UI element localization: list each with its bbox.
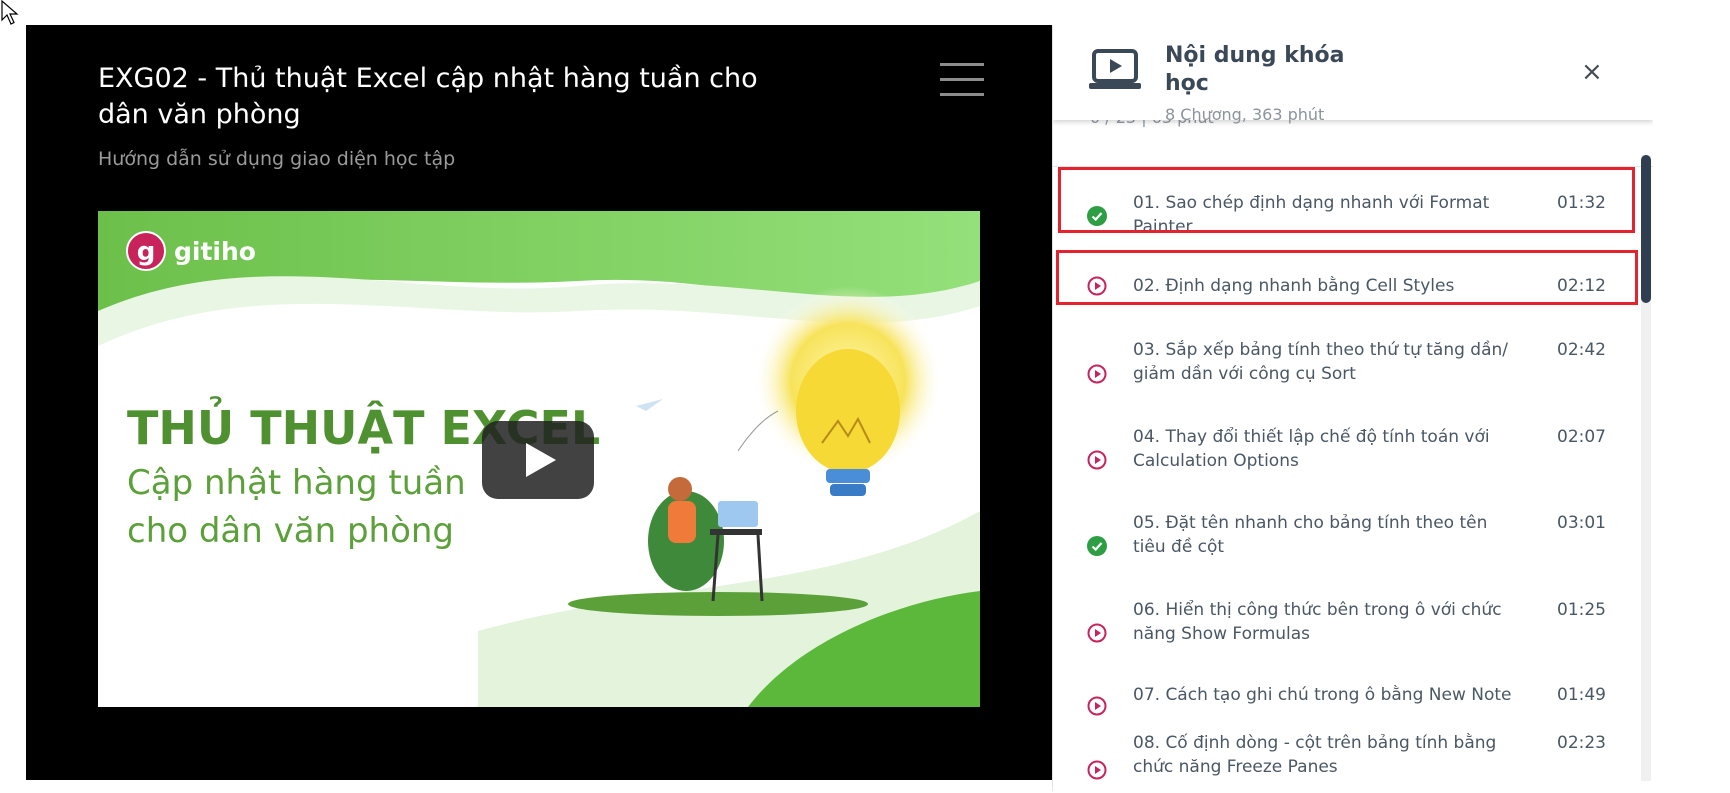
lesson-item[interactable]: 05. Đặt tên nhanh cho bảng tính theo tên… (1053, 486, 1643, 566)
lesson-title: 03. Sắp xếp bảng tính theo thứ tự tăng d… (1133, 340, 1509, 384)
lesson-duration: 02:23 (1557, 733, 1606, 753)
lesson-title: 06. Hiển thị công thức bên trong ô với c… (1133, 600, 1502, 644)
lesson-title: 07. Cách tạo ghi chú trong ô bằng New No… (1133, 685, 1512, 705)
check-circle-icon (1087, 206, 1107, 226)
course-title: EXG02 - Thủ thuật Excel cập nhật hàng tu… (98, 63, 758, 130)
lesson-duration: 01:32 (1557, 193, 1606, 213)
lesson-duration: 03:01 (1557, 513, 1606, 533)
lesson-duration: 02:07 (1557, 427, 1606, 447)
lesson-item[interactable]: 01. Sao chép định dạng nhanh với Format … (1053, 166, 1643, 246)
lesson-item[interactable]: 08. Cố định dòng - cột trên bảng tính bằ… (1053, 708, 1643, 788)
lesson-title: 04. Thay đổi thiết lập chế độ tính toán … (1133, 427, 1490, 471)
lesson-title: 01. Sao chép định dạng nhanh với Format … (1133, 193, 1490, 237)
check-circle-icon (1087, 536, 1107, 556)
lesson-title: 05. Đặt tên nhanh cho bảng tính theo tên… (1133, 513, 1488, 557)
video-thumbnail[interactable]: g gitiho THỦ THUẬT EXCEL Cập nhật hàng t… (98, 211, 980, 707)
lesson-duration: 02:42 (1557, 340, 1606, 360)
hamburger-menu-icon[interactable] (940, 63, 984, 99)
video-player: EXG02 - Thủ thuật Excel cập nhật hàng tu… (26, 25, 1052, 780)
gitiho-logo-icon: g (126, 231, 166, 271)
lesson-title: 08. Cố định dòng - cột trên bảng tính bằ… (1133, 733, 1497, 777)
lesson-item[interactable]: 06. Hiển thị công thức bên trong ô với c… (1053, 573, 1643, 653)
play-circle-icon (1087, 450, 1107, 470)
panel-title: Nội dung khóa học (1165, 43, 1345, 96)
play-circle-icon (1087, 623, 1107, 643)
play-button[interactable] (482, 421, 594, 499)
brand-name: gitiho (174, 236, 256, 266)
scrollbar-thumb[interactable] (1641, 155, 1651, 303)
lesson-duration: 01:25 (1557, 600, 1606, 620)
close-icon[interactable]: × (1581, 59, 1603, 85)
play-circle-icon (1087, 364, 1107, 384)
gitiho-logo: g gitiho (126, 231, 256, 271)
thumbnail-tagline-line2: cho dân văn phòng (127, 511, 455, 551)
play-circle-icon (1087, 760, 1107, 780)
progress-row: 0 / 23 | 63 phút (1053, 108, 1653, 167)
laptop-play-icon (1089, 49, 1141, 89)
lesson-duration: 01:49 (1557, 685, 1606, 705)
course-meta: 8 Chương, 363 phút (1165, 105, 1325, 124)
course-subtitle: Hướng dẫn sử dụng giao diện học tập (98, 148, 456, 170)
panel-header: Nội dung khóa học 8 Chương, 363 phút × (1053, 25, 1653, 124)
lesson-title: 02. Định dạng nhanh bằng Cell Styles (1133, 276, 1455, 296)
lesson-item[interactable]: 03. Sắp xếp bảng tính theo thứ tự tăng d… (1053, 314, 1643, 394)
mouse-cursor-icon (1, 0, 19, 25)
lesson-duration: 02:12 (1557, 276, 1606, 296)
course-content-panel: Nội dung khóa học 8 Chương, 363 phút × 0… (1052, 25, 1653, 791)
thumbnail-tagline-line1: Cập nhật hàng tuần (127, 463, 466, 503)
play-circle-icon (1087, 276, 1107, 296)
thumbnail-tagline: Cập nhật hàng tuần cho dân văn phòng (127, 459, 466, 555)
lesson-item[interactable]: 04. Thay đổi thiết lập chế độ tính toán … (1053, 400, 1643, 480)
